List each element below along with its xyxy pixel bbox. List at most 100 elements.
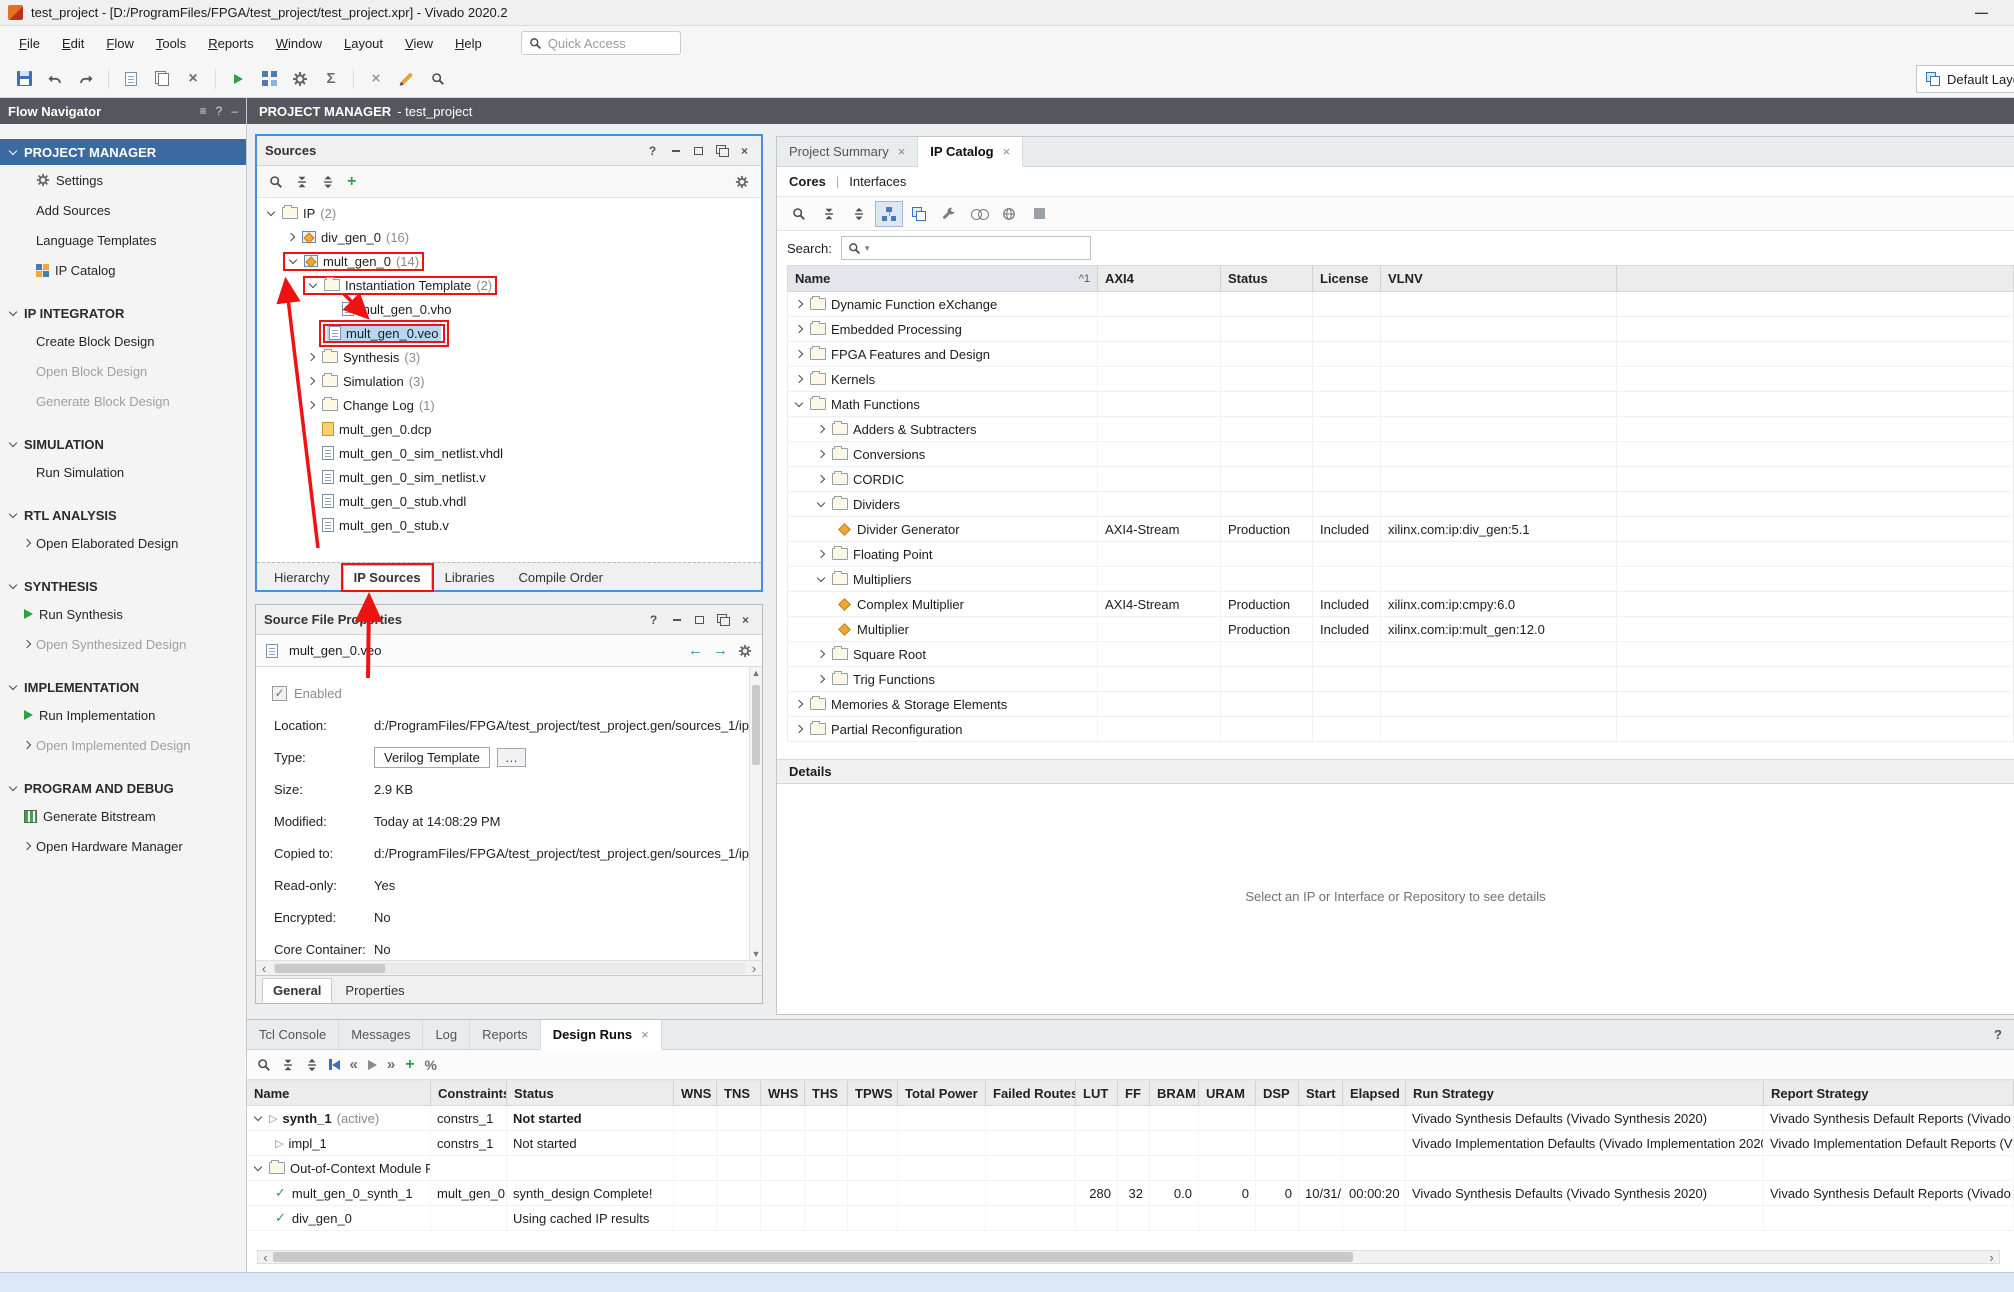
ip-settings-button[interactable] xyxy=(965,201,993,227)
section-header-ip-integrator[interactable]: IP INTEGRATOR xyxy=(0,300,246,326)
delete-button[interactable]: × xyxy=(179,65,207,93)
stop-button[interactable] xyxy=(1025,201,1053,227)
close-icon[interactable]: × xyxy=(898,144,906,159)
section-header-program-debug[interactable]: PROGRAM AND DEBUG xyxy=(0,775,246,801)
menu-view[interactable]: View xyxy=(394,30,444,57)
search-icon[interactable] xyxy=(257,1058,271,1072)
catalog-row[interactable]: Multipliers xyxy=(787,567,2014,592)
chevron-right-icon[interactable] xyxy=(306,399,318,411)
column-name[interactable]: Name xyxy=(247,1081,431,1105)
customize-ip-button[interactable] xyxy=(935,201,963,227)
menu-window[interactable]: Window xyxy=(265,30,333,57)
catalog-row[interactable]: Floating Point xyxy=(787,542,2014,567)
minimize-icon[interactable] xyxy=(668,612,685,627)
column-ff[interactable]: FF xyxy=(1118,1081,1150,1105)
catalog-row-complex-multiplier[interactable]: Complex MultiplierAXI4-StreamProductionI… xyxy=(787,592,2014,617)
column-status[interactable]: Status xyxy=(507,1081,674,1105)
column-tpws[interactable]: TPWS xyxy=(848,1081,898,1105)
float-icon[interactable] xyxy=(714,612,731,627)
type-more-button[interactable]: … xyxy=(497,748,526,767)
tree-item-synthesis[interactable]: Synthesis(3) xyxy=(257,345,761,369)
column-start[interactable]: Start xyxy=(1299,1081,1343,1105)
scroll-right-icon[interactable]: › xyxy=(1984,1250,1999,1265)
catalog-row[interactable]: Trig Functions xyxy=(787,667,2014,692)
chevron-right-icon[interactable] xyxy=(816,448,828,460)
flow-layout-button[interactable] xyxy=(255,65,283,93)
close-icon[interactable]: × xyxy=(1003,144,1011,159)
menu-layout[interactable]: Layout xyxy=(333,30,394,57)
tree-item-change-log[interactable]: Change Log(1) xyxy=(257,393,761,417)
column-wns[interactable]: WNS xyxy=(674,1081,717,1105)
section-header-rtl-analysis[interactable]: RTL ANALYSIS xyxy=(0,502,246,528)
tab-libraries[interactable]: Libraries xyxy=(434,565,506,590)
section-header-synthesis[interactable]: SYNTHESIS xyxy=(0,573,246,599)
tab-properties[interactable]: Properties xyxy=(334,978,415,1003)
column-vlnv[interactable]: VLNV xyxy=(1381,266,1617,291)
catalog-row[interactable]: Adders & Subtracters xyxy=(787,417,2014,442)
chevron-right-icon[interactable] xyxy=(22,638,34,650)
help-icon[interactable]: ? xyxy=(644,143,661,158)
run-button[interactable] xyxy=(224,65,252,93)
chevron-right-icon[interactable] xyxy=(794,323,806,335)
chevron-down-icon[interactable] xyxy=(288,255,300,267)
catalog-row[interactable]: Embedded Processing xyxy=(787,317,2014,342)
forward-icon[interactable]: → xyxy=(713,642,728,659)
restart-run-icon[interactable] xyxy=(329,1059,340,1070)
dock-icon[interactable]: ≡ xyxy=(200,104,207,118)
tree-item-div-gen[interactable]: div_gen_0(16) xyxy=(257,225,761,249)
nav-open-implemented-design[interactable]: Open Implemented Design xyxy=(0,730,246,760)
search-button[interactable] xyxy=(785,201,813,227)
chevron-down-icon[interactable] xyxy=(816,573,828,585)
web-catalog-button[interactable] xyxy=(995,201,1023,227)
catalog-row[interactable]: Square Root xyxy=(787,642,2014,667)
catalog-row[interactable]: Kernels xyxy=(787,367,2014,392)
column-license[interactable]: License xyxy=(1313,266,1381,291)
tree-item-sim-netlist-vhdl[interactable]: mult_gen_0_sim_netlist.vhdl xyxy=(257,441,761,465)
catalog-row[interactable]: Dynamic Function eXchange xyxy=(787,292,2014,317)
layout-selector[interactable]: Default Layout xyxy=(1916,65,2014,93)
chevron-right-icon[interactable] xyxy=(794,298,806,310)
menu-file[interactable]: File xyxy=(8,30,51,57)
probe-button[interactable] xyxy=(424,65,452,93)
tab-compile-order[interactable]: Compile Order xyxy=(507,565,614,590)
chevron-down-icon[interactable] xyxy=(266,207,278,219)
catalog-row-multiplier[interactable]: MultiplierProductionIncludedxilinx.com:i… xyxy=(787,617,2014,642)
help-icon[interactable]: ? xyxy=(645,612,662,627)
column-name[interactable]: Name^1 xyxy=(788,266,1098,291)
catalog-row[interactable]: FPGA Features and Design xyxy=(787,342,2014,367)
catalog-search-input[interactable]: ▾ xyxy=(841,236,1091,260)
step-back-icon[interactable]: « xyxy=(350,1056,358,1073)
catalog-row[interactable]: Conversions xyxy=(787,442,2014,467)
nav-open-hardware-manager[interactable]: Open Hardware Manager xyxy=(0,831,246,861)
expand-all-button[interactable] xyxy=(845,201,873,227)
catalog-row[interactable]: Partial Reconfiguration xyxy=(787,717,2014,742)
chevron-right-icon[interactable] xyxy=(794,698,806,710)
section-header-simulation[interactable]: SIMULATION xyxy=(0,431,246,457)
tab-messages[interactable]: Messages xyxy=(339,1020,423,1049)
create-run-icon[interactable]: + xyxy=(405,1056,414,1074)
edit-button[interactable] xyxy=(393,65,421,93)
chevron-right-icon[interactable] xyxy=(794,348,806,360)
nav-ip-catalog[interactable]: IP Catalog xyxy=(0,255,246,285)
nav-run-implementation[interactable]: Run Implementation xyxy=(0,700,246,730)
catalog-row-divider-generator[interactable]: Divider GeneratorAXI4-StreamProductionIn… xyxy=(787,517,2014,542)
subnav-interfaces[interactable]: Interfaces xyxy=(849,174,906,189)
float-icon[interactable] xyxy=(713,143,730,158)
tree-item-vho[interactable]: mult_gen_0.vho xyxy=(257,297,761,321)
catalog-row[interactable]: CORDIC xyxy=(787,467,2014,492)
collapse-all-icon[interactable] xyxy=(281,1058,295,1072)
tab-hierarchy[interactable]: Hierarchy xyxy=(263,565,341,590)
close-icon[interactable]: × xyxy=(641,1027,649,1042)
expand-all-icon[interactable] xyxy=(321,175,335,189)
tab-general[interactable]: General xyxy=(262,978,332,1003)
undo-button[interactable] xyxy=(41,65,69,93)
tree-item-veo[interactable]: mult_gen_0.veo xyxy=(257,321,761,345)
chevron-down-icon[interactable] xyxy=(816,498,828,510)
run-row-synth-1[interactable]: ▷synth_1(active) constrs_1 Not started V… xyxy=(247,1106,2014,1131)
snip-button[interactable]: × xyxy=(362,65,390,93)
expand-all-icon[interactable] xyxy=(305,1058,319,1072)
column-whs[interactable]: WHS xyxy=(761,1081,805,1105)
chevron-right-icon[interactable] xyxy=(286,231,298,243)
menu-help[interactable]: Help xyxy=(444,30,493,57)
nav-run-simulation[interactable]: Run Simulation xyxy=(0,457,246,487)
